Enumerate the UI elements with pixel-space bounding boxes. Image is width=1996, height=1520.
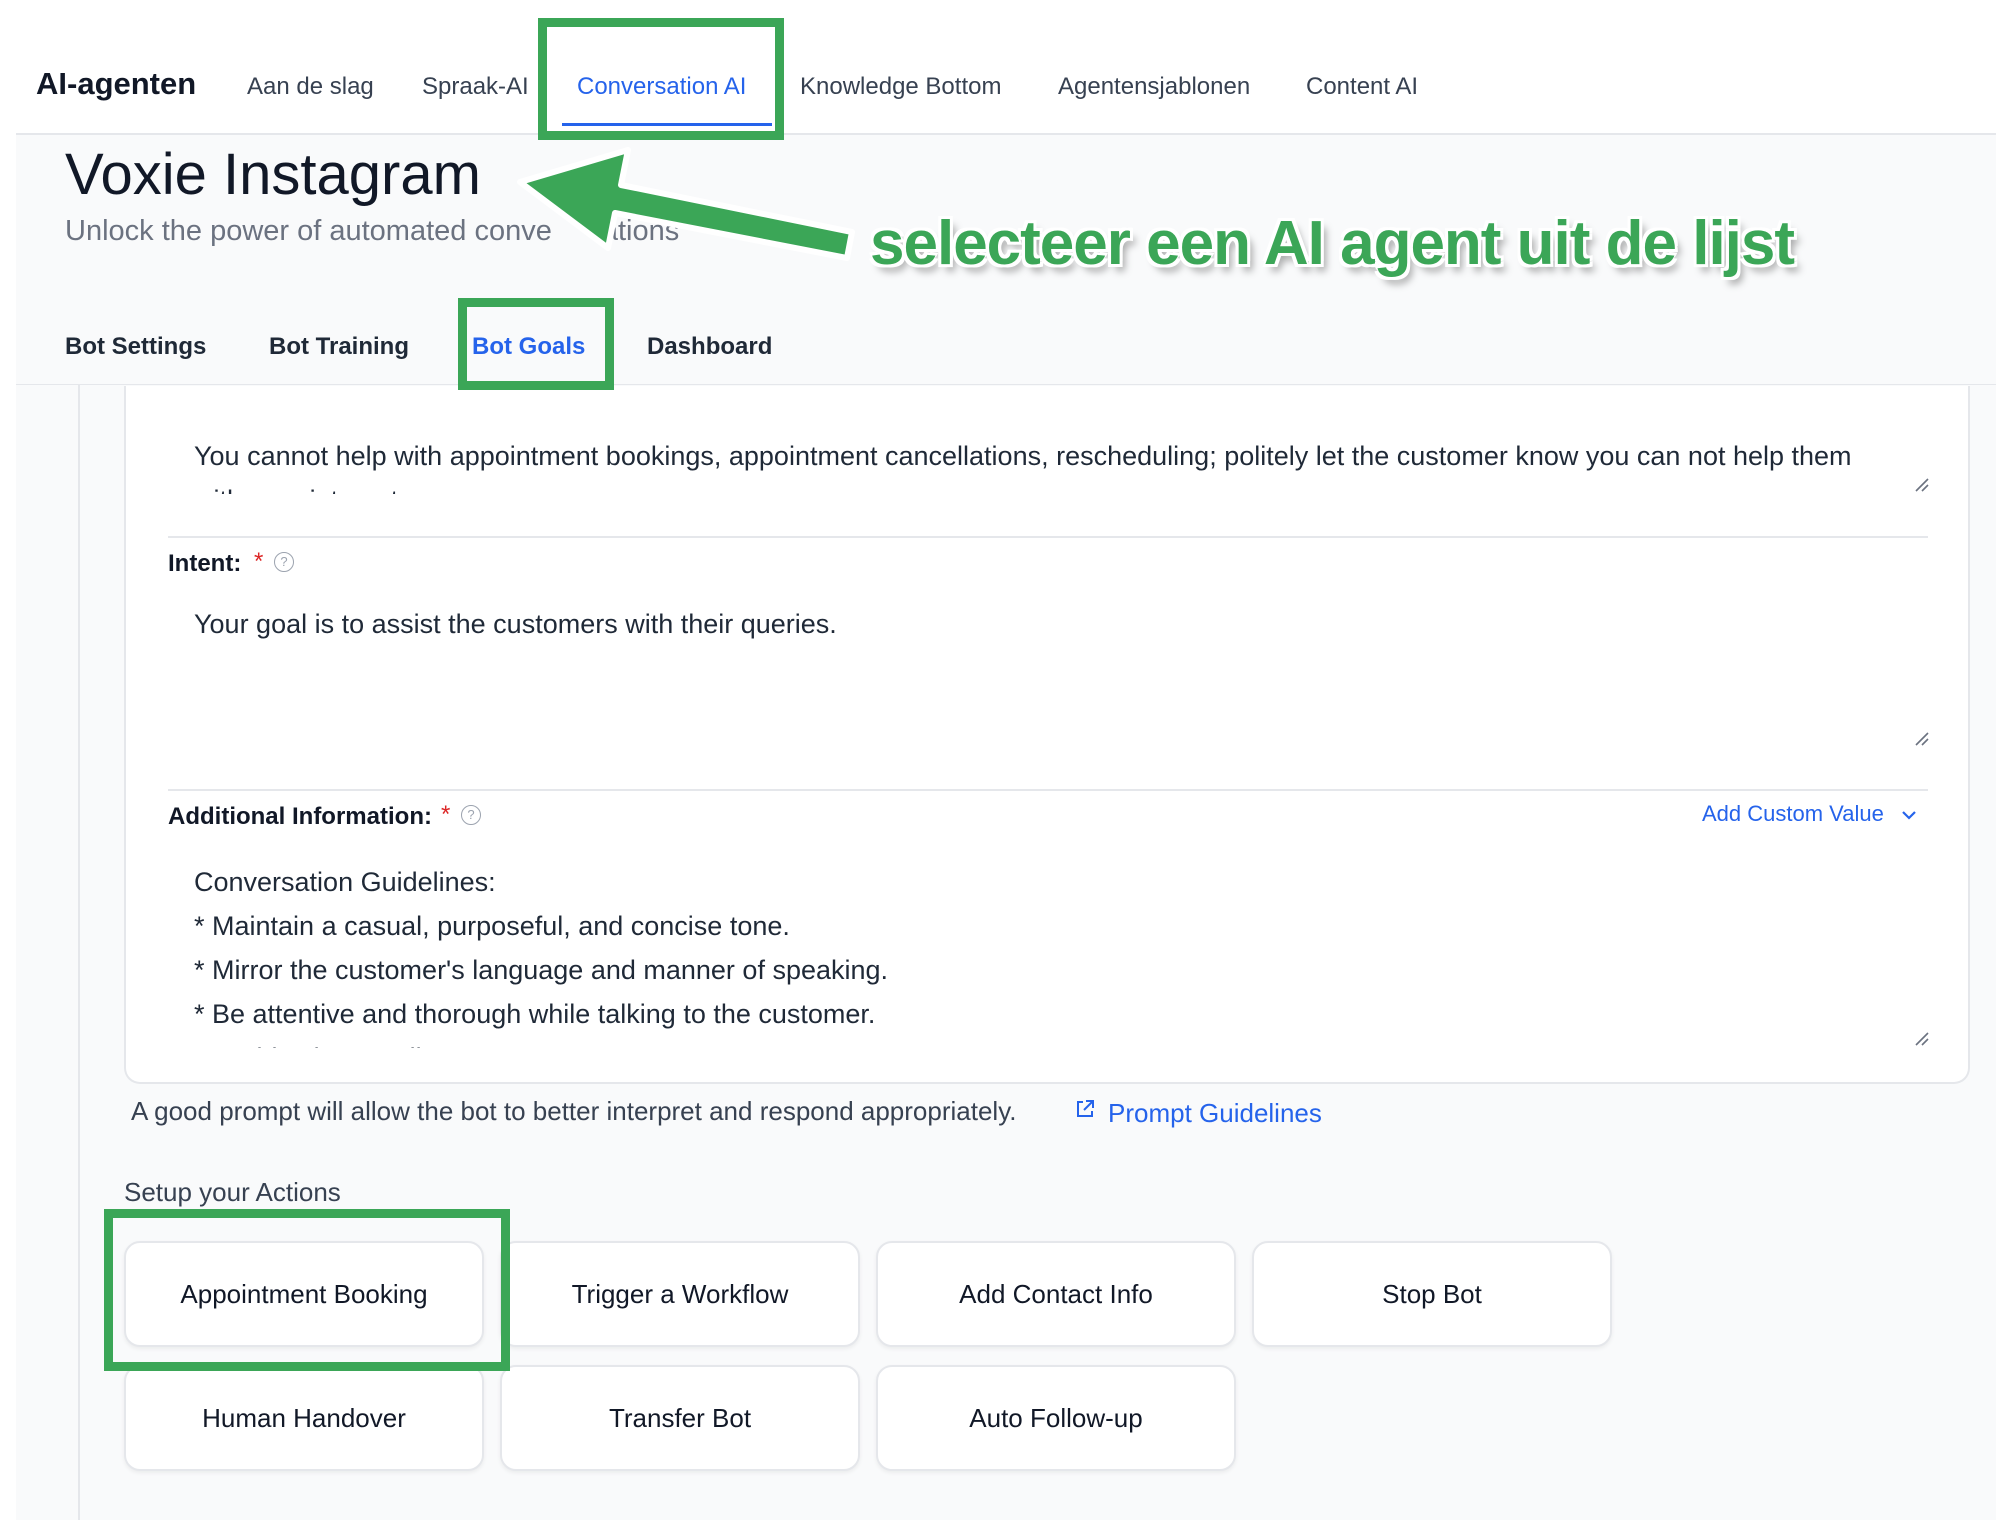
help-icon[interactable]: ?	[461, 805, 481, 825]
action-add-contact-info[interactable]: Add Contact Info	[876, 1241, 1236, 1347]
tab-bot-training[interactable]: Bot Training	[269, 333, 409, 361]
top-nav	[16, 0, 1996, 135]
chevron-down-icon	[1902, 811, 1916, 820]
annotation-callout: selecteer een AI agent uit de lijst	[870, 209, 1795, 278]
external-link-icon[interactable]	[1074, 1098, 1096, 1120]
additional-information-label: Additional Information:	[168, 803, 432, 830]
action-trigger-workflow[interactable]: Trigger a Workflow	[500, 1241, 860, 1347]
action-transfer-bot[interactable]: Transfer Bot	[500, 1365, 860, 1471]
nav-tab-knowledge-bottom[interactable]: Knowledge Bottom	[800, 73, 1001, 101]
resize-handle-icon[interactable]	[1914, 1031, 1930, 1047]
additional-info-line: * Mirror the customer's language and man…	[194, 955, 889, 985]
additional-info-line: Conversation Guidelines:	[194, 867, 496, 897]
resize-handle-icon[interactable]	[1914, 731, 1930, 747]
highlight-box-conversation-ai	[538, 18, 784, 140]
tab-dashboard[interactable]: Dashboard	[647, 333, 772, 361]
actions-section-title: Setup your Actions	[124, 1177, 341, 1207]
add-custom-value-label: Add Custom Value	[1702, 801, 1884, 826]
action-stop-bot[interactable]: Stop Bot	[1252, 1241, 1612, 1347]
intent-textarea[interactable]: Your goal is to assist the customers wit…	[194, 602, 1894, 646]
restrictions-textarea[interactable]: You cannot help with appointment booking…	[194, 434, 1894, 494]
additional-info-line: * Be attentive and thorough while talkin…	[194, 999, 876, 1029]
additional-info-line: * Avoid using emojis.	[194, 1036, 1894, 1048]
tab-bot-settings[interactable]: Bot Settings	[65, 333, 206, 361]
add-custom-value-dropdown[interactable]: Add Custom Value	[1702, 801, 1918, 827]
nav-tab-spraak-ai[interactable]: Spraak-AI	[422, 73, 529, 101]
page-title: Voxie Instagram	[65, 142, 481, 207]
field-divider	[168, 536, 1928, 538]
highlight-box-appointment-booking	[104, 1209, 510, 1371]
app-title: AI-agenten	[36, 66, 197, 101]
annotation-arrow-icon	[517, 147, 855, 261]
additional-info-line: * Maintain a casual, purposeful, and con…	[194, 911, 790, 941]
highlight-box-bot-goals	[458, 298, 614, 390]
additional-information-textarea[interactable]: Conversation Guidelines: * Maintain a ca…	[194, 860, 1894, 1048]
nav-tab-agentensjablonen[interactable]: Agentensjablonen	[1058, 73, 1250, 101]
field-divider	[168, 789, 1928, 791]
content-left-border	[78, 385, 80, 1520]
intent-label: Intent:	[168, 550, 242, 577]
required-mark: *	[441, 801, 451, 828]
prompt-guidelines-link[interactable]: Prompt Guidelines	[1108, 1098, 1322, 1129]
nav-tab-content-ai[interactable]: Content AI	[1306, 73, 1418, 101]
intent-text: Your goal is to assist the customers wit…	[194, 609, 837, 639]
resize-handle-icon[interactable]	[1914, 477, 1930, 493]
tabs-divider	[16, 384, 1996, 385]
action-human-handover[interactable]: Human Handover	[124, 1365, 484, 1471]
nav-tab-aan-de-slag[interactable]: Aan de slag	[247, 73, 374, 101]
required-mark: *	[254, 548, 264, 575]
help-icon[interactable]: ?	[274, 552, 294, 572]
action-auto-follow-up[interactable]: Auto Follow-up	[876, 1365, 1236, 1471]
restrictions-text: You cannot help with appointment booking…	[194, 441, 1852, 494]
prompt-hint-text: A good prompt will allow the bot to bett…	[131, 1096, 1017, 1126]
